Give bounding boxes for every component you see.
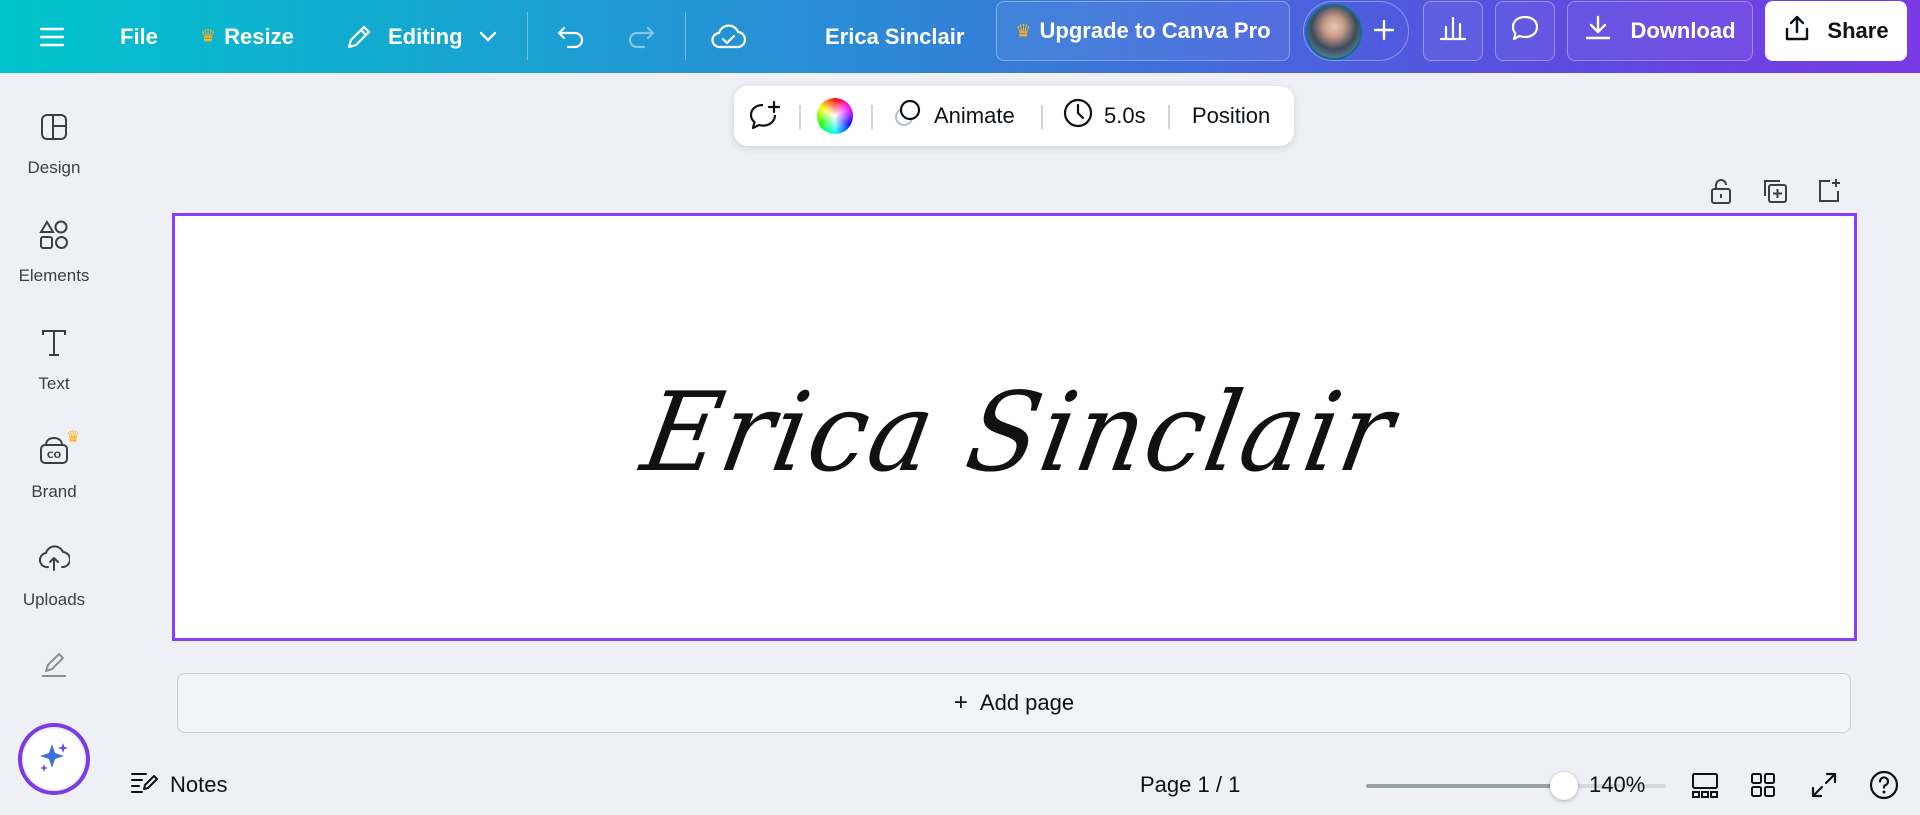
magic-assistant-button[interactable] [21, 726, 87, 792]
editing-label: Editing [388, 23, 463, 49]
sidebar-item-text[interactable]: Text [0, 311, 108, 411]
divider [1168, 105, 1170, 129]
zoom-slider-thumb[interactable] [1550, 772, 1578, 800]
divider [527, 12, 528, 60]
add-comment-icon[interactable] [748, 86, 782, 146]
add-page-label: Add page [979, 690, 1075, 715]
crown-icon: ♛ [200, 26, 217, 46]
bottom-bar: Notes Page 1 / 1 140% [108, 755, 1920, 815]
divider [1041, 105, 1043, 129]
uploads-icon [38, 543, 71, 580]
insights-button[interactable] [1423, 1, 1483, 61]
share-label: Share [1827, 18, 1889, 43]
upgrade-label: Upgrade to Canva Pro [1039, 18, 1271, 43]
page-indicator[interactable]: Page 1 / 1 [1140, 755, 1240, 815]
fullscreen-icon[interactable] [1810, 755, 1838, 815]
animate-label: Animate [934, 103, 1015, 128]
sidebar-item-design[interactable]: Design [0, 95, 108, 195]
duplicate-page-icon[interactable] [1759, 175, 1791, 207]
sidebar-item-elements[interactable]: Elements [0, 203, 108, 303]
editing-mode-dropdown[interactable]: Editing [344, 0, 497, 73]
crown-icon: ♛ [66, 429, 81, 446]
position-button[interactable]: Position [1192, 86, 1270, 146]
bar-chart-icon [1438, 14, 1468, 48]
sidebar-item-label: Uploads [22, 590, 86, 609]
share-button[interactable]: Share [1765, 1, 1907, 61]
divider [799, 105, 801, 129]
collaborators [1303, 1, 1409, 61]
undo-icon[interactable] [556, 0, 586, 73]
download-icon [1584, 14, 1612, 48]
comments-button[interactable] [1495, 1, 1555, 61]
download-button[interactable]: Download [1567, 1, 1753, 61]
design-canvas[interactable]: Erica Sinclair [172, 213, 1857, 641]
hamburger-icon[interactable] [38, 0, 66, 73]
add-page-icon[interactable] [1813, 175, 1845, 207]
sidebar-item-label: Brand [31, 482, 77, 501]
notes-button[interactable]: Notes [130, 755, 227, 815]
duration-label: 5.0s [1104, 103, 1146, 128]
sidebar-item-draw[interactable] [0, 633, 108, 733]
comment-icon [1510, 14, 1540, 48]
grid-view-icon[interactable] [1749, 755, 1777, 815]
color-wheel-icon [817, 98, 853, 134]
resize-label: Resize [224, 23, 294, 49]
left-sidebar: Design Elements Text ♛ CO Brand Uploads [0, 73, 108, 815]
pencil-icon [344, 22, 374, 52]
add-collaborator-icon[interactable] [1370, 16, 1398, 50]
share-icon [1783, 14, 1811, 48]
divider [685, 12, 686, 60]
download-label: Download [1630, 18, 1736, 43]
notes-label: Notes [170, 772, 228, 797]
lock-icon[interactable] [1705, 175, 1737, 207]
signature-text-element[interactable]: Erica Sinclair [175, 216, 1854, 638]
document-title[interactable]: Erica Sinclair [825, 0, 964, 73]
redo-icon[interactable] [626, 0, 656, 73]
divider [871, 105, 873, 129]
animate-button[interactable]: Animate [892, 86, 1015, 146]
crown-icon: ♛ [1015, 20, 1032, 41]
upgrade-button[interactable]: ♛ Upgrade to Canva Pro [996, 1, 1290, 61]
design-icon [38, 111, 70, 148]
resize-button[interactable]: ♛ Resize [200, 0, 294, 73]
help-icon[interactable] [1868, 755, 1900, 815]
zoom-level[interactable]: 140% [1589, 755, 1645, 815]
add-page-button[interactable]: + Add page [177, 673, 1851, 733]
signature-text: Erica Sinclair [634, 367, 1405, 497]
clock-icon [1062, 97, 1094, 135]
pages-view-icon[interactable] [1690, 755, 1720, 815]
text-icon [38, 327, 70, 364]
sidebar-item-brand[interactable]: ♛ CO Brand [0, 419, 108, 519]
zoom-slider-fill [1366, 784, 1564, 788]
file-menu[interactable]: File [120, 0, 158, 73]
cloud-saved-icon[interactable] [710, 0, 746, 73]
sidebar-item-label: Elements [18, 266, 90, 285]
animate-icon [892, 97, 924, 135]
sidebar-item-uploads[interactable]: Uploads [0, 527, 108, 627]
top-bar: File ♛ Resize Editing Erica Sinclair ♛ U… [0, 0, 1920, 73]
element-toolbar: Animate 5.0s Position [734, 86, 1294, 146]
notes-icon [130, 769, 158, 801]
chevron-down-icon [479, 31, 497, 43]
avatar[interactable] [1306, 4, 1362, 60]
sparkle-icon [37, 740, 71, 779]
sidebar-item-label: Design [27, 158, 81, 177]
color-picker[interactable] [817, 86, 853, 146]
svg-text:CO: CO [47, 451, 62, 461]
plus-icon: + [953, 689, 968, 716]
sidebar-item-label: Text [38, 374, 70, 393]
elements-icon [38, 219, 70, 256]
timing-button[interactable]: 5.0s [1062, 86, 1146, 146]
draw-icon [38, 649, 70, 686]
